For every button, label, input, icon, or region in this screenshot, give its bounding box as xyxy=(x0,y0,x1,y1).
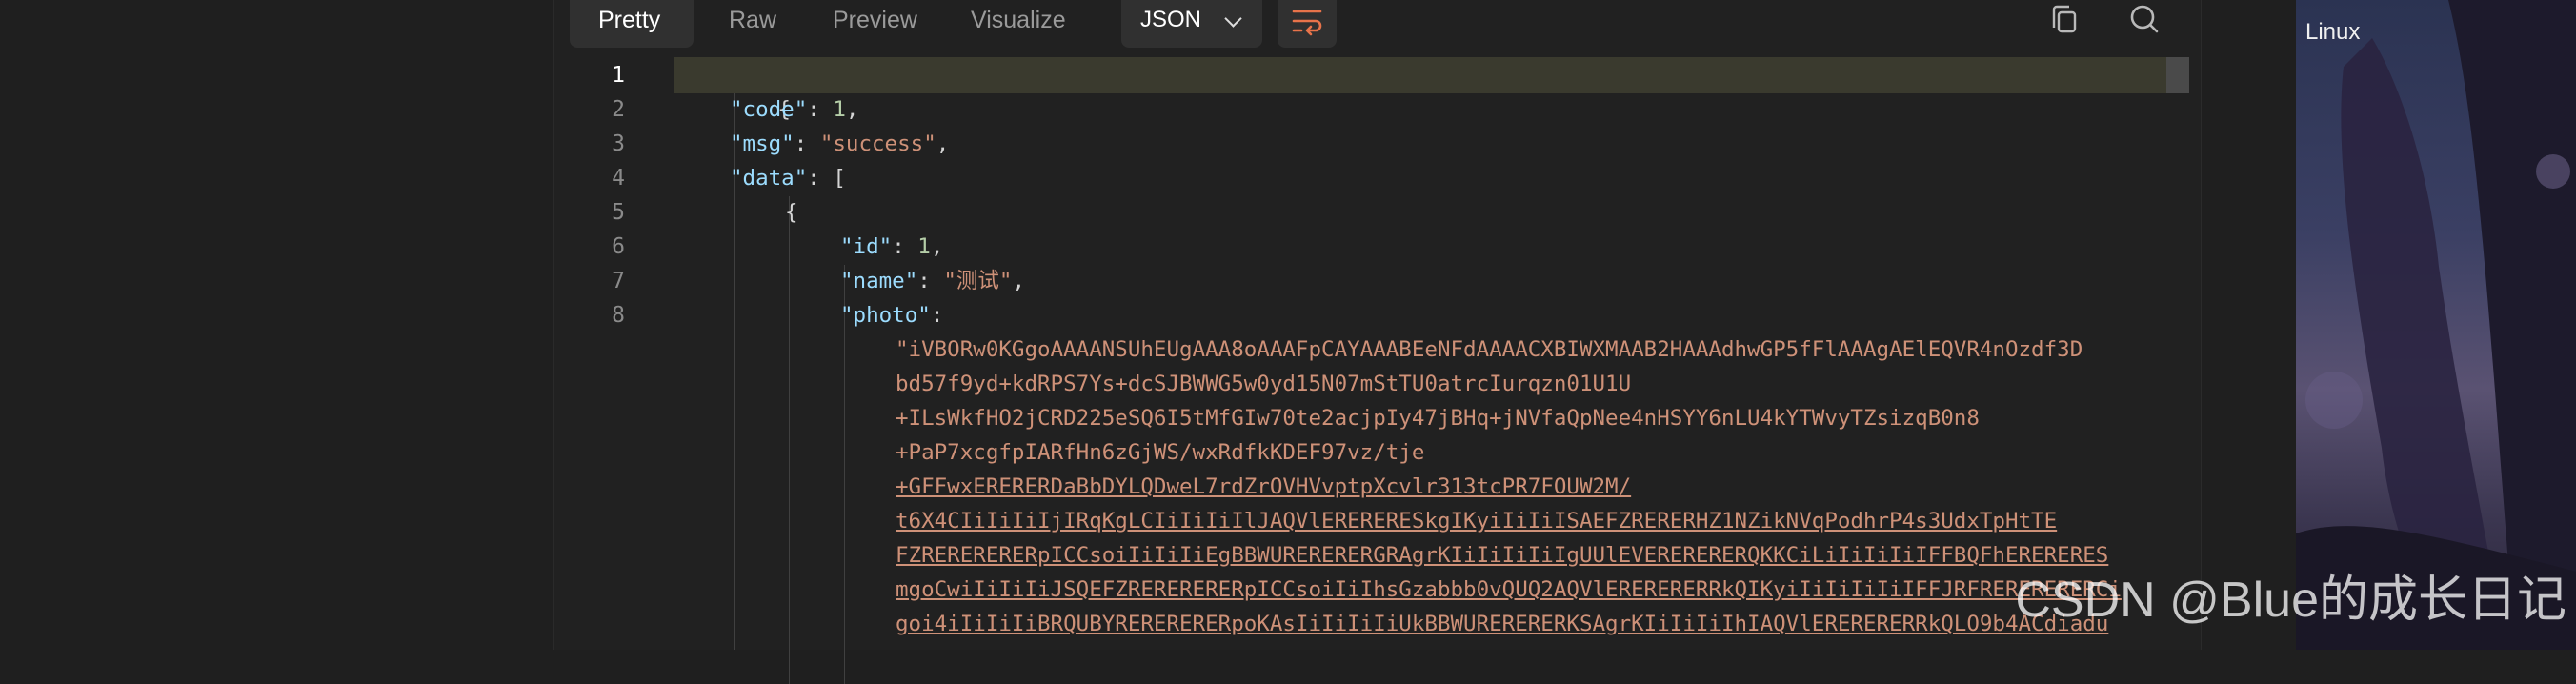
json-key: "code" xyxy=(730,97,808,122)
linux-label: Linux xyxy=(2305,19,2361,45)
json-string: "success" xyxy=(819,131,936,156)
right-sidebar xyxy=(2201,0,2297,650)
copy-icon xyxy=(2052,5,2077,33)
json-punctuation: { xyxy=(785,200,798,225)
line-number: 8 xyxy=(612,303,625,328)
json-key: "photo" xyxy=(840,303,931,328)
search-icon xyxy=(2130,5,2159,33)
left-panel xyxy=(0,0,554,650)
code-line: { xyxy=(674,58,791,122)
line-number: 5 xyxy=(612,200,625,225)
photo-base64-line: +PaP7xcgfpIARfHn6zGjWS/wxRdfkKDEF97vz/tj… xyxy=(896,440,1425,465)
code-line: "msg": "success", xyxy=(730,131,950,156)
format-select[interactable]: JSON xyxy=(1121,0,1262,48)
line-number: 1 xyxy=(612,63,625,88)
search-button[interactable] xyxy=(2121,0,2168,44)
code-line: { xyxy=(785,195,798,230)
tab-preview[interactable]: Preview xyxy=(804,0,946,48)
photo-base64-line: +GFFwxERERERDaBbDYLQDweL7rdZrOVHVvptpXcv… xyxy=(896,474,1632,499)
line-number-gutter: 1 2 3 4 5 6 7 8 xyxy=(554,57,650,650)
code-line: "data": [ xyxy=(730,166,846,191)
json-viewer[interactable]: 1 2 3 4 5 6 7 8 { "code": 1, "msg": "suc… xyxy=(554,57,2201,684)
line-number: 6 xyxy=(612,234,625,259)
code-line: "name": "测试", xyxy=(840,269,1026,293)
json-key: "data" xyxy=(730,166,808,191)
tab-pretty[interactable]: Pretty xyxy=(570,0,694,48)
json-number: 1 xyxy=(917,234,931,259)
json-number: 1 xyxy=(833,97,846,122)
json-key: "name" xyxy=(840,269,918,293)
code-line: "id": 1, xyxy=(840,234,944,259)
photo-base64-line: mgoCwiIiIiIiJSQEFZRERERERERpICCsoiIiIhsG… xyxy=(896,577,2122,602)
line-number: 3 xyxy=(612,131,625,156)
photo-base64-line: "iVBORw0KGgoAAAANSUhEUgAAA8oAAAFpCAYAAAB… xyxy=(896,337,2083,362)
photo-base64-line: FZRERERERERpICCsoiIiIiIiEgBBWURERERERGRA… xyxy=(896,543,2109,568)
wrap-lines-button[interactable] xyxy=(1278,0,1337,48)
chevron-down-icon xyxy=(1224,10,1242,28)
photo-base64-line: bd57f9yd+kdRPS7Ys+dcSJBWWG5w0yd15N07mStT… xyxy=(896,372,1632,396)
response-panel: Pretty Raw Preview Visualize JSON 1 2 3 … xyxy=(554,0,2201,684)
wallpaper-illustration xyxy=(2296,0,2576,650)
copy-button[interactable] xyxy=(2041,0,2088,44)
json-key: "msg" xyxy=(730,131,795,156)
json-punctuation: [ xyxy=(833,166,846,191)
line-number: 4 xyxy=(612,166,625,191)
anime-wallpaper-image: Linux xyxy=(2296,0,2576,650)
response-toolbar: Pretty Raw Preview Visualize JSON xyxy=(554,0,2201,53)
photo-base64-line: +ILsWkfHO2jCRD225eSQ6I5tMfGIw70te2acjpIy… xyxy=(896,406,1980,431)
photo-base64-line: t6X4CIiIiIiIjIRqKgLCIiIiIiIlJAQVlERERERE… xyxy=(896,509,2058,533)
json-code: { "code": 1, "msg": "success", "data": [… xyxy=(674,57,2174,650)
wrap-lines-icon xyxy=(1292,10,1322,36)
tab-visualize[interactable]: Visualize xyxy=(942,0,1095,48)
tab-raw[interactable]: Raw xyxy=(700,0,805,48)
json-string: "测试" xyxy=(943,269,1013,293)
code-line: "photo": xyxy=(840,303,944,328)
line-number: 7 xyxy=(612,269,625,293)
format-select-value: JSON xyxy=(1140,7,1202,32)
watermark: CSDN @Blue的成长日记 xyxy=(2015,573,2566,628)
line-number: 2 xyxy=(612,97,625,122)
code-line: "code": 1, xyxy=(730,97,859,122)
photo-base64-line: goi4iIiIiIiBRQUBYRERERERERpoKAsIiIiIiIiU… xyxy=(896,612,2109,636)
json-key: "id" xyxy=(840,234,893,259)
